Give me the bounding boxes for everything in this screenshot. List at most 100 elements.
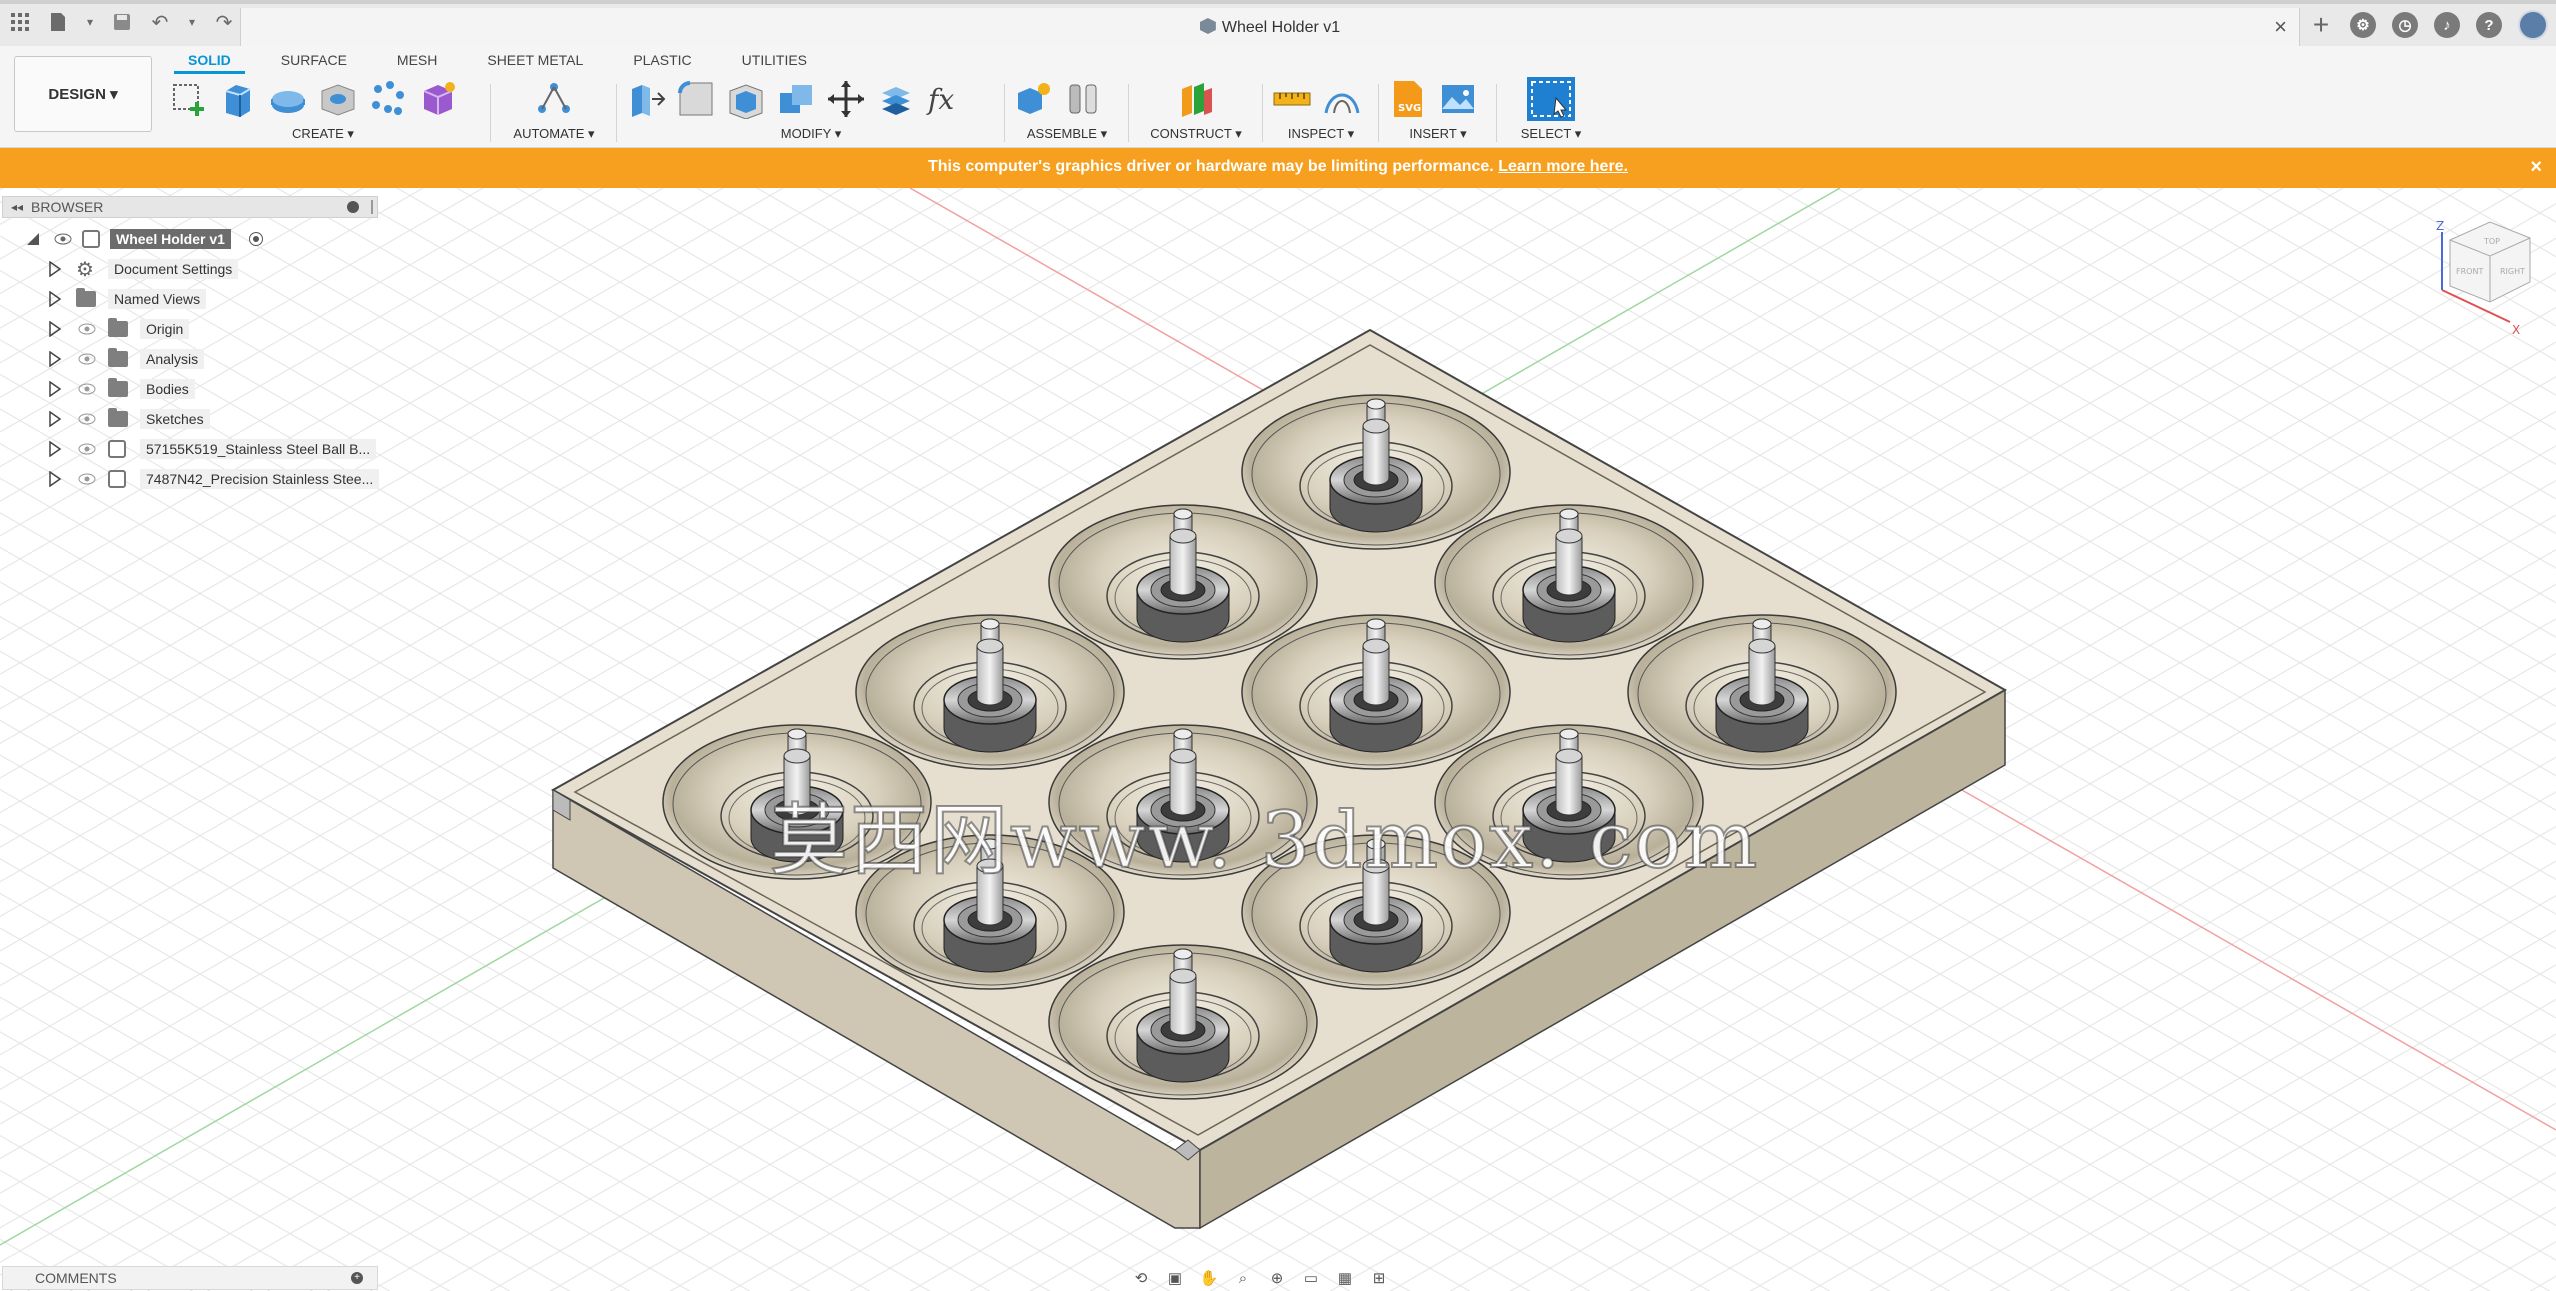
activate-radio-icon[interactable] <box>248 231 264 247</box>
visibility-eye-icon[interactable] <box>78 473 96 485</box>
tree-item-label[interactable]: 57155K519_Stainless Steel Ball B... <box>140 439 377 459</box>
select-menu[interactable]: SELECT ▾ <box>1506 126 1596 142</box>
pan-icon[interactable]: ✋ <box>1198 1268 1220 1288</box>
offset-plane-icon[interactable] <box>1176 79 1216 119</box>
expand-arrow-icon[interactable] <box>48 261 62 277</box>
tree-item[interactable]: Origin <box>2 314 378 344</box>
tree-item-label[interactable]: Named Views <box>108 289 207 309</box>
redo-icon[interactable]: ↷ <box>212 10 236 34</box>
automate-menu[interactable]: AUTOMATE ▾ <box>500 126 608 142</box>
wheel-pocket[interactable] <box>1241 394 1511 550</box>
expand-arrow-icon[interactable] <box>48 351 62 367</box>
fillet-icon[interactable] <box>676 79 716 119</box>
avatar[interactable] <box>2518 10 2548 40</box>
visibility-eye-icon[interactable] <box>78 413 96 425</box>
tree-item-label[interactable]: Origin <box>140 319 190 339</box>
display-settings-icon[interactable]: ▭ <box>1300 1268 1322 1288</box>
press-pull-icon[interactable] <box>626 79 666 119</box>
wheel-pocket[interactable] <box>1627 614 1897 770</box>
view-cube-right-label[interactable]: RIGHT <box>2500 267 2525 276</box>
create-sketch-icon[interactable] <box>168 79 208 119</box>
revolve-icon[interactable] <box>268 79 308 119</box>
app-grid-icon[interactable] <box>8 10 32 34</box>
chevron-down-icon[interactable]: ▾ <box>84 10 96 34</box>
select-icon[interactable] <box>1526 76 1576 122</box>
tree-item-label[interactable]: 7487N42_Precision Stainless Stee... <box>140 469 380 489</box>
move-icon[interactable] <box>826 79 866 119</box>
tab-mesh[interactable]: MESH <box>383 46 451 74</box>
tree-item[interactable]: 57155K519_Stainless Steel Ball B... <box>2 434 378 464</box>
tree-item[interactable]: Sketches <box>2 404 378 434</box>
tree-item-label[interactable]: Analysis <box>140 349 205 369</box>
insert-menu[interactable]: INSERT ▾ <box>1388 126 1488 142</box>
combine-icon[interactable] <box>776 79 816 119</box>
add-comment-icon[interactable]: + <box>351 1272 363 1284</box>
parameters-icon[interactable]: fx <box>926 79 966 119</box>
tab-surface[interactable]: SURFACE <box>267 46 361 74</box>
tree-item[interactable]: 7487N42_Precision Stainless Stee... <box>2 464 380 494</box>
file-menu-icon[interactable] <box>46 10 70 34</box>
comments-bar[interactable]: COMMENTS + <box>2 1266 378 1290</box>
expand-root-icon[interactable] <box>26 231 40 247</box>
shell-icon[interactable] <box>726 79 766 119</box>
assemble-menu[interactable]: ASSEMBLE ▾ <box>1014 126 1120 142</box>
browser-header[interactable]: ◂◂ BROWSER <box>2 196 378 218</box>
hole-icon[interactable] <box>318 79 358 119</box>
expand-arrow-icon[interactable] <box>48 321 62 337</box>
view-cube[interactable]: TOP FRONT RIGHT Z X <box>2420 210 2550 340</box>
inspect-menu[interactable]: INSPECT ▾ <box>1272 126 1370 142</box>
tab-solid[interactable]: SOLID <box>174 46 245 74</box>
tree-item-label[interactable]: Bodies <box>140 379 195 399</box>
design-canvas[interactable] <box>0 188 2556 1291</box>
resize-grip-icon[interactable] <box>371 200 375 214</box>
view-cube-top-label[interactable]: TOP <box>2483 237 2500 246</box>
align-icon[interactable] <box>876 79 916 119</box>
visibility-eye-icon[interactable] <box>54 233 72 245</box>
tab-sheet-metal[interactable]: SHEET METAL <box>473 46 597 74</box>
tab-utilities[interactable]: UTILITIES <box>728 46 821 74</box>
view-cube-front-label[interactable]: FRONT <box>2456 267 2483 276</box>
tree-item-label[interactable]: Document Settings <box>108 259 239 279</box>
fit-icon[interactable]: ⊕ <box>1266 1268 1288 1288</box>
expand-arrow-icon[interactable] <box>48 381 62 397</box>
create-form-icon[interactable] <box>418 79 458 119</box>
viewports-icon[interactable]: ⊞ <box>1368 1268 1390 1288</box>
wheel-pocket[interactable] <box>1048 504 1318 660</box>
tree-item[interactable]: Bodies <box>2 374 378 404</box>
insert-image-icon[interactable] <box>1438 79 1478 119</box>
tree-item[interactable]: ⚙ Document Settings <box>2 254 378 284</box>
modify-menu[interactable]: MODIFY ▾ <box>626 126 996 142</box>
tab-plastic[interactable]: PLASTIC <box>619 46 705 74</box>
notifications-icon[interactable]: ♪ <box>2434 12 2460 38</box>
zoom-icon[interactable]: ⌕ <box>1232 1268 1254 1288</box>
save-icon[interactable] <box>110 10 134 34</box>
close-icon[interactable]: × <box>2530 148 2542 186</box>
grid-settings-icon[interactable]: ▦ <box>1334 1268 1356 1288</box>
learn-more-link[interactable]: Learn more here. <box>1498 158 1628 175</box>
look-at-icon[interactable]: ▣ <box>1164 1268 1186 1288</box>
visibility-eye-icon[interactable] <box>78 323 96 335</box>
canvas-viewport[interactable]: 莫西网www. 3dmox. com <box>0 188 2556 1291</box>
visibility-eye-icon[interactable] <box>78 443 96 455</box>
undo-icon[interactable]: ↶ <box>148 10 172 34</box>
construct-menu[interactable]: CONSTRUCT ▾ <box>1138 126 1254 142</box>
insert-svg-icon[interactable]: SVG <box>1388 79 1428 119</box>
workspace-switcher-button[interactable]: DESIGN ▾ <box>14 56 152 132</box>
measure-icon[interactable] <box>1272 79 1312 119</box>
zebra-analysis-icon[interactable] <box>1322 79 1362 119</box>
tree-item-label[interactable]: Sketches <box>140 409 210 429</box>
visibility-eye-icon[interactable] <box>78 353 96 365</box>
automate-icon[interactable] <box>534 79 574 119</box>
expand-arrow-icon[interactable] <box>48 411 62 427</box>
wheel-pocket[interactable] <box>1048 944 1318 1100</box>
new-tab-icon[interactable]: + <box>2308 9 2334 40</box>
help-icon[interactable]: ? <box>2476 12 2502 38</box>
wheel-pocket[interactable] <box>855 614 1125 770</box>
tree-root[interactable]: Wheel Holder v1 <box>2 224 378 254</box>
expand-arrow-icon[interactable] <box>48 471 62 487</box>
visibility-eye-icon[interactable] <box>78 383 96 395</box>
root-label[interactable]: Wheel Holder v1 <box>110 229 231 249</box>
pin-icon[interactable] <box>347 201 359 213</box>
new-component-icon[interactable] <box>1014 79 1054 119</box>
document-tab[interactable]: Wheel Holder v1 × <box>240 8 2300 46</box>
